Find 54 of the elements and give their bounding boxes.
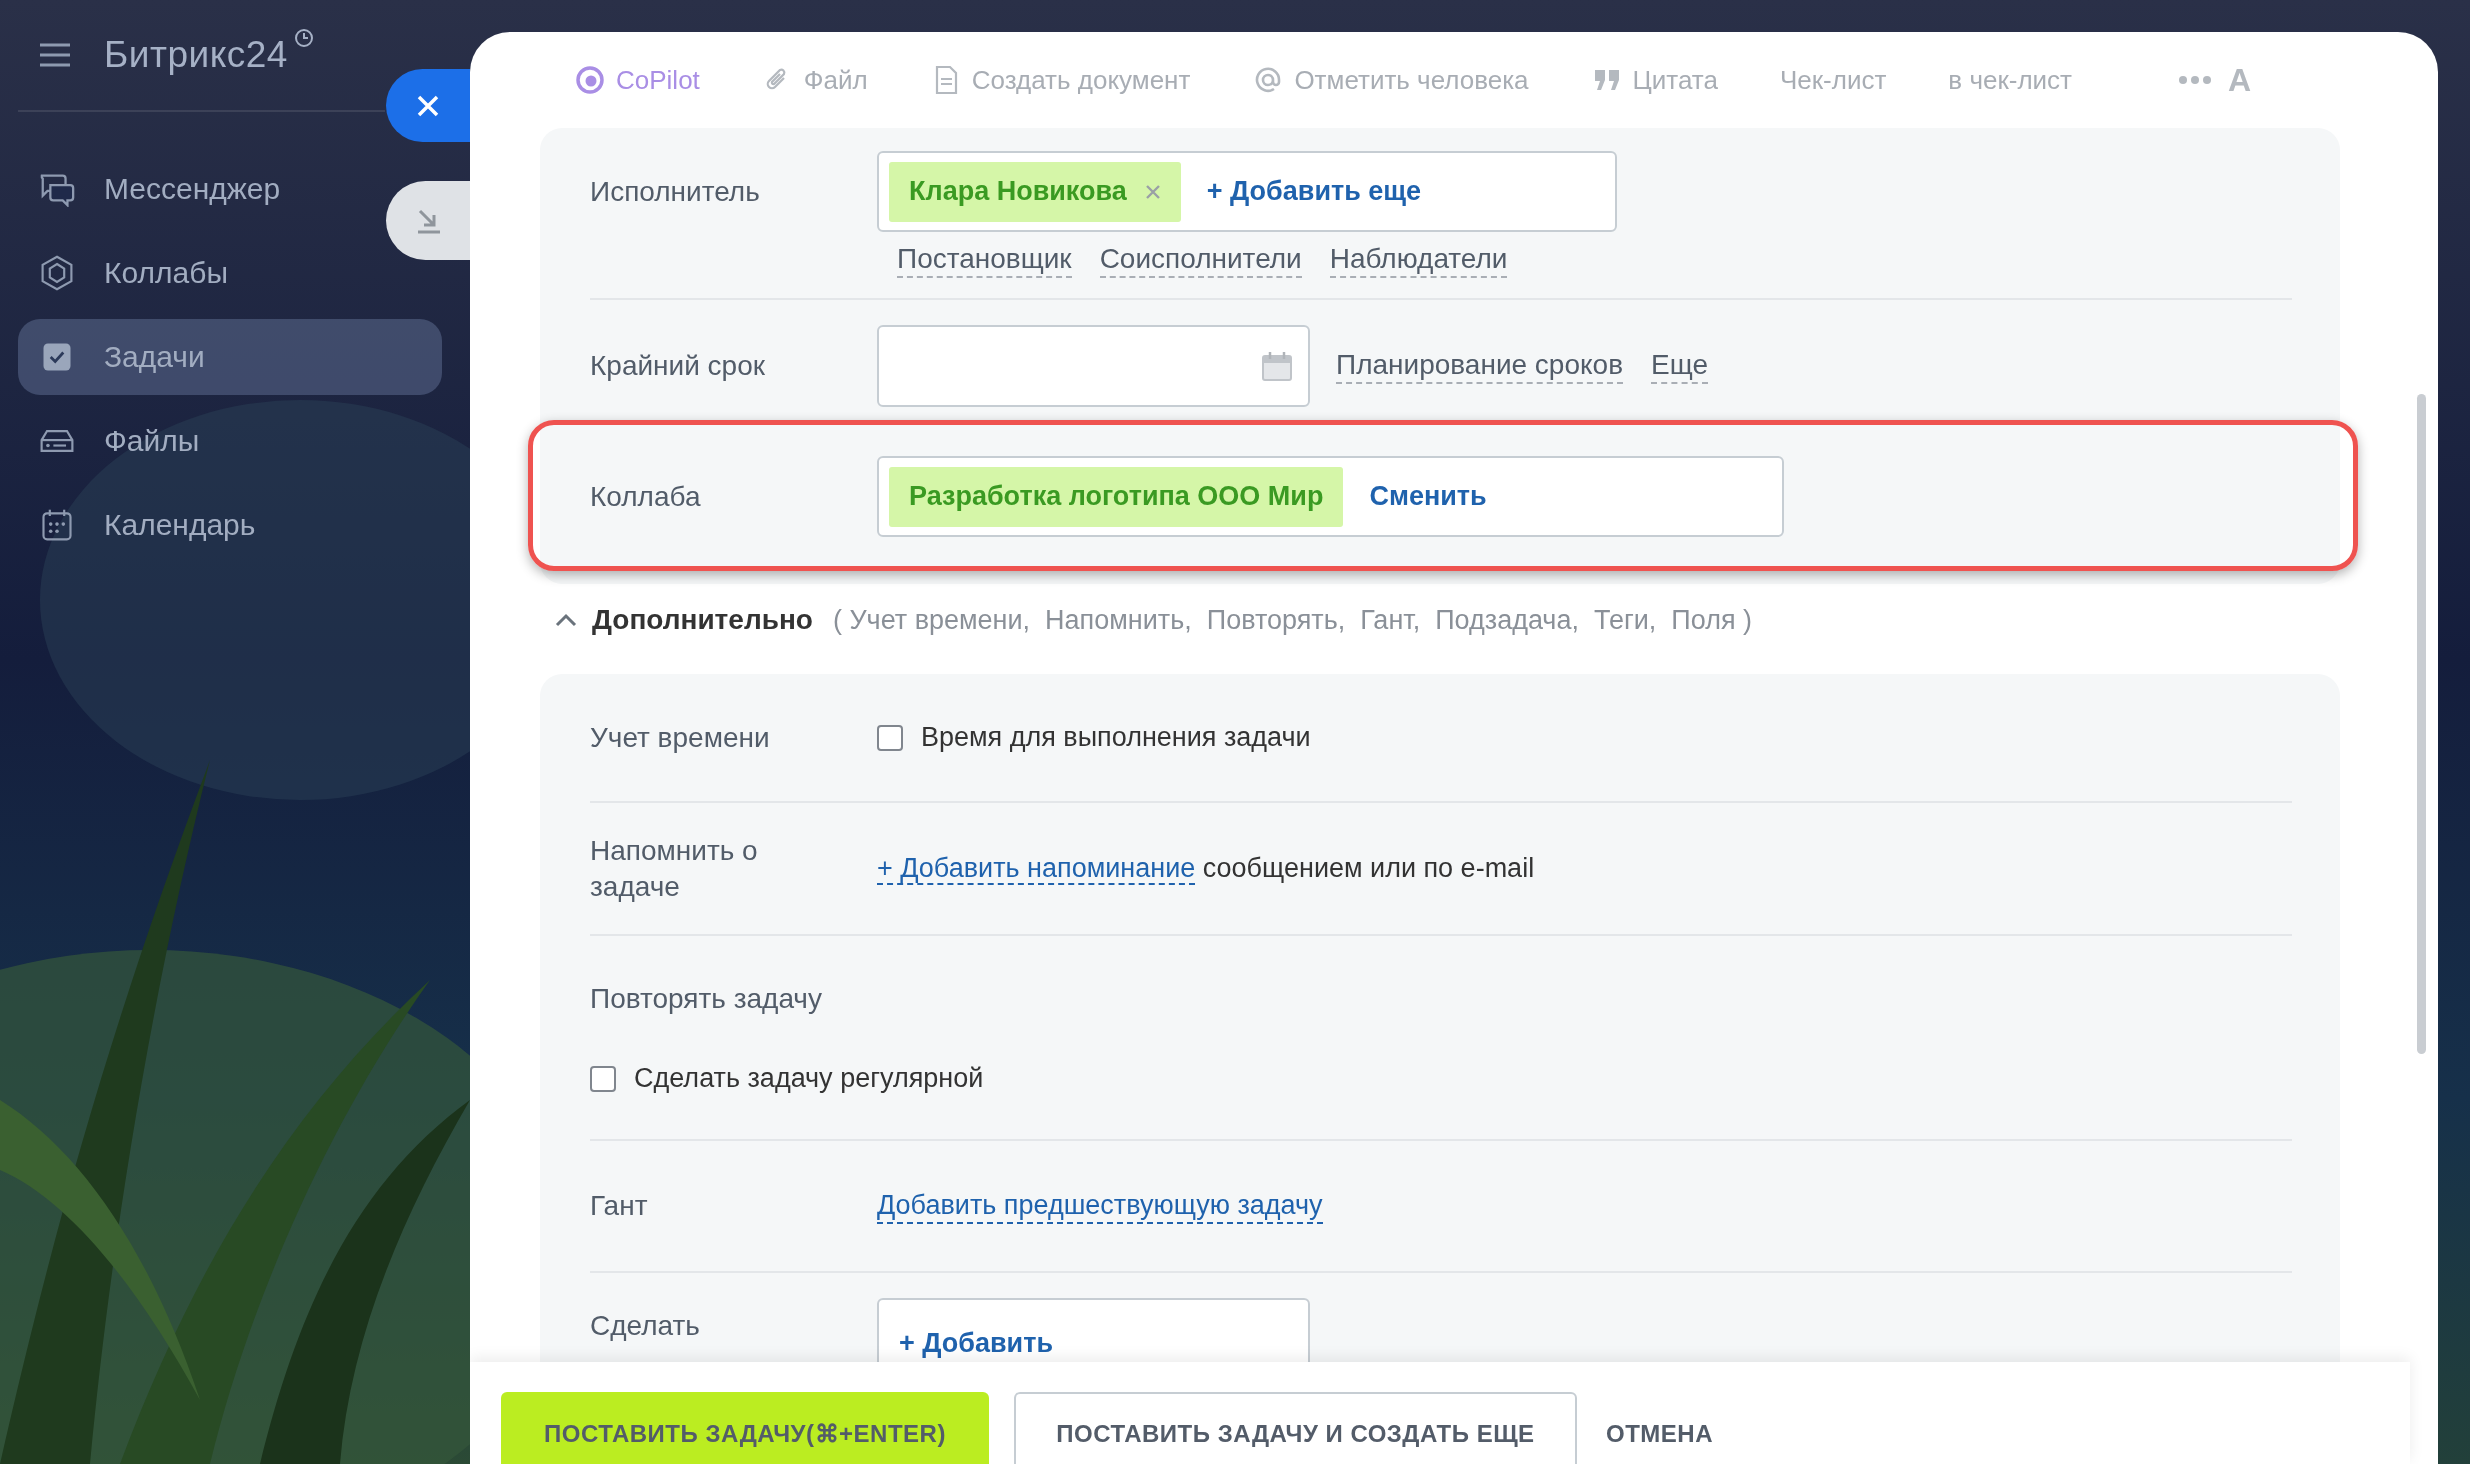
sidebar-label: Мессенджер xyxy=(104,172,281,206)
sidebar-item[interactable]: Мессенджер xyxy=(18,151,301,227)
remove-icon[interactable] xyxy=(1144,183,1161,200)
checkbox-label: Сделать задачу регулярной xyxy=(634,1063,984,1094)
date-field[interactable] xyxy=(877,325,1310,407)
user-chip: Клара Новикова xyxy=(889,161,1181,222)
chevron-icon[interactable] xyxy=(554,612,578,628)
sidebar-item[interactable]: Файлы xyxy=(18,403,220,479)
collab-field[interactable]: Разработка логотипа ООО Мир Сменить xyxy=(877,456,1784,537)
collab-chip: Разработка логотипа ООО Мир xyxy=(889,466,1344,527)
add-more-link[interactable]: + Добавить еще xyxy=(1206,176,1422,207)
field-label: Исполнитель xyxy=(590,175,761,209)
clock-icon xyxy=(293,28,314,48)
checkbox-label: Время для выполнения задачи xyxy=(921,722,1311,753)
cancel-button[interactable]: ОТМЕНА xyxy=(1602,1392,1713,1464)
add-predecessor-link[interactable]: Добавить предшествующую задачу xyxy=(877,1188,1323,1224)
submit-button[interactable]: ПОСТАВИТЬ ЗАДАЧУ И СОЗДАТЬ ЕЩЕ xyxy=(1014,1392,1577,1464)
sidebar-label: Файлы xyxy=(104,424,200,458)
deadline-link[interactable]: Планирование сроков xyxy=(1336,348,1624,384)
assignee-field[interactable]: Клара Новикова + Добавить еще xyxy=(877,151,1617,232)
field-label: Коллаба xyxy=(590,480,702,514)
field-label: Учет времени xyxy=(590,720,771,755)
field-label: Повторять задачу xyxy=(590,982,823,1016)
scrollbar[interactable] xyxy=(2417,394,2426,1054)
more-icon[interactable] xyxy=(2178,75,2213,85)
sidebar-item[interactable]: Календарь xyxy=(18,487,276,563)
change-link[interactable]: Сменить xyxy=(1369,481,1487,512)
checkbox[interactable] xyxy=(877,724,903,751)
sidebar-label: Коллабы xyxy=(104,256,228,290)
add-reminder-link[interactable]: + Добавить напоминание xyxy=(877,853,1196,885)
calendar-icon[interactable] xyxy=(1260,350,1294,382)
field-label: Гант xyxy=(590,1189,649,1223)
sidebar-item[interactable]: Задачи xyxy=(18,319,442,395)
submit-button[interactable]: ПОСТАВИТЬ ЗАДАЧУ(⌘+ENTER) xyxy=(501,1392,989,1464)
section-summary: ( Учет времени, Напомнить, Повторять, Гант, Подзадача, Теги, Поля ) xyxy=(832,604,1753,636)
sidebar-item[interactable]: Коллабы xyxy=(18,235,248,311)
deadline-link[interactable]: Еще xyxy=(1651,348,1708,384)
field-label: Напомнить о задаче xyxy=(590,833,759,904)
sidebar-label: Задачи xyxy=(104,340,205,374)
subtask-field[interactable]: + Добавить xyxy=(877,1298,1310,1362)
logo[interactable]: Битрикс24 xyxy=(104,34,288,76)
copilot-icon xyxy=(574,64,606,96)
sidebar-label: Календарь xyxy=(104,508,256,542)
menu-icon[interactable] xyxy=(38,41,72,69)
field-label: Крайний срок xyxy=(590,349,766,383)
role-link[interactable]: Наблюдатели xyxy=(1329,242,1508,278)
role-link[interactable]: Соисполнители xyxy=(1099,242,1302,278)
checkbox[interactable] xyxy=(590,1065,616,1092)
reminder-text: + Добавить напоминание сообщением или по e-mail xyxy=(877,853,1536,884)
close-button[interactable] xyxy=(386,69,470,142)
section-toggle[interactable]: Дополнительно xyxy=(592,604,813,636)
field-label: Сделать xyxy=(590,1309,701,1343)
role-link[interactable]: Постановщик xyxy=(897,242,1072,278)
collapse-button[interactable] xyxy=(386,181,470,260)
